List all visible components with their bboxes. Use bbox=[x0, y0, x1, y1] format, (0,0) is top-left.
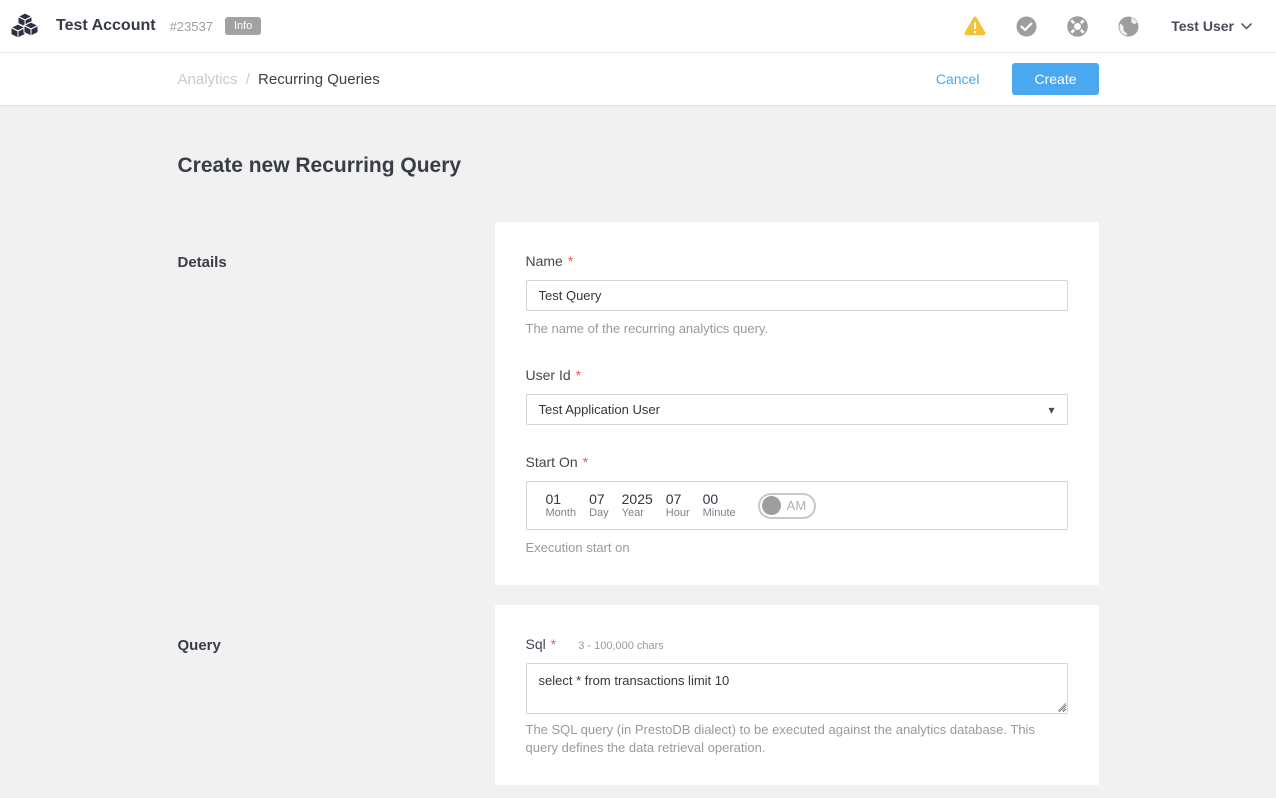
hour-unit-label: Hour bbox=[666, 507, 690, 520]
start-on-required-star: * bbox=[583, 454, 588, 470]
cubes-logo-icon[interactable] bbox=[10, 11, 42, 41]
month-value: 01 bbox=[546, 491, 577, 507]
sql-chars-hint: 3 - 100,000 chars bbox=[578, 640, 664, 652]
year-value: 2025 bbox=[622, 491, 653, 507]
minute-segment[interactable]: 00 Minute bbox=[703, 491, 736, 520]
user-id-field-label: User Id * bbox=[526, 367, 1068, 383]
name-required-star: * bbox=[568, 253, 573, 269]
breadcrumb-separator: / bbox=[246, 71, 250, 88]
sql-field-group: Sql * 3 - 100,000 chars select * from tra… bbox=[526, 636, 1068, 757]
toggle-knob bbox=[762, 496, 781, 515]
start-on-datetime-picker[interactable]: 01 Month 07 Day 2025 Year 07 Hour bbox=[526, 481, 1068, 530]
name-help-text: The name of the recurring analytics quer… bbox=[526, 320, 1068, 338]
sql-textarea[interactable]: select * from transactions limit 10 bbox=[526, 663, 1068, 714]
start-on-help-text: Execution start on bbox=[526, 539, 1068, 557]
account-name: Test Account bbox=[56, 17, 156, 35]
sql-textarea-wrap: select * from transactions limit 10 bbox=[526, 663, 1068, 714]
month-unit-label: Month bbox=[546, 507, 577, 520]
start-on-field-label: Start On * bbox=[526, 454, 1068, 470]
details-section-title: Details bbox=[178, 222, 495, 271]
name-label-text: Name bbox=[526, 253, 563, 269]
am-pm-toggle[interactable]: AM bbox=[758, 493, 817, 519]
sql-label-row: Sql * 3 - 100,000 chars bbox=[526, 636, 1068, 652]
breadcrumb-analytics[interactable]: Analytics bbox=[178, 71, 238, 88]
action-bar: Analytics / Recurring Queries Cancel Cre… bbox=[0, 53, 1276, 106]
user-name: Test User bbox=[1171, 18, 1234, 34]
meridiem-label: AM bbox=[787, 498, 807, 513]
globe-icon[interactable] bbox=[1117, 15, 1139, 37]
cancel-button[interactable]: Cancel bbox=[936, 71, 980, 87]
year-unit-label: Year bbox=[622, 507, 653, 520]
year-segment[interactable]: 2025 Year bbox=[622, 491, 653, 520]
user-id-required-star: * bbox=[576, 367, 581, 383]
sql-help-text: The SQL query (in PrestoDB dialect) to b… bbox=[526, 721, 1068, 757]
select-caret-icon: ▾ bbox=[1048, 403, 1054, 417]
month-segment[interactable]: 01 Month bbox=[546, 491, 577, 520]
main-content: Create new Recurring Query Details Name *… bbox=[178, 154, 1099, 785]
hour-value: 07 bbox=[666, 491, 690, 507]
day-value: 07 bbox=[589, 491, 609, 507]
query-card: Sql * 3 - 100,000 chars select * from tra… bbox=[495, 605, 1099, 785]
chevron-down-icon bbox=[1241, 17, 1252, 35]
start-on-label-text: Start On bbox=[526, 454, 578, 470]
query-label-col: Query bbox=[178, 605, 495, 654]
name-field-label: Name * bbox=[526, 253, 1068, 269]
query-section-title: Query bbox=[178, 605, 495, 654]
breadcrumb: Analytics / Recurring Queries bbox=[178, 71, 380, 88]
warning-triangle-icon[interactable] bbox=[964, 15, 986, 37]
lifebuoy-icon[interactable] bbox=[1066, 15, 1088, 37]
sql-label-text: Sql bbox=[526, 636, 546, 652]
account-id: #23537 bbox=[170, 19, 213, 34]
page-title: Create new Recurring Query bbox=[178, 154, 1099, 178]
breadcrumb-current: Recurring Queries bbox=[258, 71, 380, 88]
info-badge[interactable]: Info bbox=[225, 17, 261, 35]
details-row: Details Name * The name of the recurring … bbox=[178, 222, 1099, 585]
minute-value: 00 bbox=[703, 491, 736, 507]
topbar: Test Account #23537 Info bbox=[0, 0, 1276, 53]
user-id-select-value: Test Application User bbox=[539, 402, 1049, 417]
query-row: Query Sql * 3 - 100,000 chars select * fr… bbox=[178, 605, 1099, 785]
day-segment[interactable]: 07 Day bbox=[589, 491, 609, 520]
sql-field-label: Sql * bbox=[526, 636, 557, 652]
details-card: Name * The name of the recurring analytic… bbox=[495, 222, 1099, 585]
user-menu[interactable]: Test User bbox=[1171, 17, 1252, 35]
create-button[interactable]: Create bbox=[1012, 63, 1098, 95]
hour-segment[interactable]: 07 Hour bbox=[666, 491, 690, 520]
user-id-field-group: User Id * Test Application User ▾ bbox=[526, 367, 1068, 425]
minute-unit-label: Minute bbox=[703, 507, 736, 520]
details-label-col: Details bbox=[178, 222, 495, 271]
name-field-group: Name * The name of the recurring analytic… bbox=[526, 253, 1068, 338]
user-id-label-text: User Id bbox=[526, 367, 571, 383]
start-on-field-group: Start On * 01 Month 07 Day 2025 Year bbox=[526, 454, 1068, 557]
user-id-select[interactable]: Test Application User ▾ bbox=[526, 394, 1068, 425]
name-input[interactable] bbox=[526, 280, 1068, 311]
sql-required-star: * bbox=[551, 636, 556, 652]
check-circle-icon[interactable] bbox=[1015, 15, 1037, 37]
day-unit-label: Day bbox=[589, 507, 609, 520]
